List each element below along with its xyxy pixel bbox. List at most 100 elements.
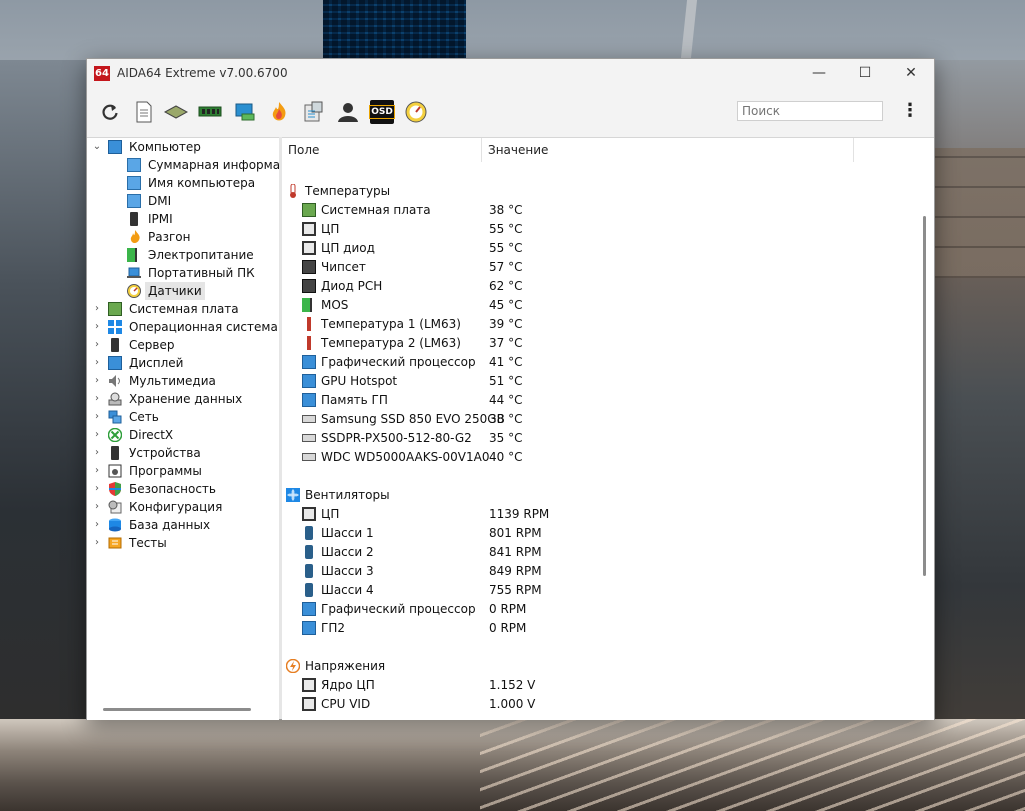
tree-item-summary[interactable]: Суммарная информаци bbox=[91, 156, 279, 174]
vertical-scrollbar[interactable] bbox=[923, 216, 926, 576]
table-row[interactable]: Шасси 1 801 RPM bbox=[302, 524, 922, 543]
table-row[interactable]: Шасси 2 841 RPM bbox=[302, 543, 922, 562]
table-row[interactable]: Ядро ЦП 1.152 V bbox=[302, 676, 922, 695]
expand-chevron-icon[interactable]: › bbox=[91, 408, 103, 426]
tree-item-computer[interactable]: ⌄ Компьютер bbox=[91, 138, 277, 156]
tree-item-devices[interactable]: › Устройства bbox=[91, 444, 277, 462]
search-input[interactable] bbox=[737, 101, 883, 121]
tree-item-database[interactable]: › База данных bbox=[91, 516, 277, 534]
table-row[interactable]: WDC WD5000AAKS-00V1A0 40 °C bbox=[302, 448, 922, 467]
table-row[interactable]: ГП2 0 RPM bbox=[302, 619, 922, 638]
tree-item-overclock[interactable]: Разгон bbox=[91, 228, 277, 246]
expand-chevron-icon[interactable]: ⌄ bbox=[91, 138, 103, 156]
expand-chevron-icon[interactable]: › bbox=[91, 426, 103, 444]
table-row[interactable]: Графический процессор 41 °C bbox=[302, 353, 922, 372]
osd-icon[interactable]: OSD bbox=[369, 100, 395, 124]
table-row[interactable]: Чипсет 57 °C bbox=[302, 258, 922, 277]
tree-item-security[interactable]: › Безопасность bbox=[91, 480, 277, 498]
more-options-icon[interactable]: ⋮ bbox=[901, 101, 919, 123]
row-value: 1.152 V bbox=[489, 678, 536, 692]
row-value: 1139 RPM bbox=[489, 507, 550, 521]
table-row[interactable]: SSDPR-PX500-512-80-G2 35 °C bbox=[302, 429, 922, 448]
expand-chevron-icon[interactable]: › bbox=[91, 516, 103, 534]
expand-chevron-icon[interactable]: › bbox=[91, 354, 103, 372]
expand-chevron-icon[interactable]: › bbox=[91, 390, 103, 408]
table-row[interactable]: Температура 2 (LM63) 37 °C bbox=[302, 334, 922, 353]
tree-item-computer-name[interactable]: Имя компьютера bbox=[91, 174, 277, 192]
close-button[interactable]: ✕ bbox=[888, 59, 934, 88]
tree-item-label: Тесты bbox=[129, 536, 167, 550]
gpu-icon bbox=[302, 393, 316, 407]
table-row[interactable]: CPU VID 1.000 V bbox=[302, 695, 922, 714]
expand-chevron-icon[interactable]: › bbox=[91, 498, 103, 516]
gpu-card-icon[interactable] bbox=[233, 100, 257, 124]
tree-item-os[interactable]: › Операционная система bbox=[91, 318, 278, 336]
refresh-icon[interactable] bbox=[98, 100, 122, 124]
expand-chevron-icon[interactable]: › bbox=[91, 480, 103, 498]
motherboard-icon[interactable] bbox=[164, 100, 188, 124]
table-row[interactable]: Графический процессор 0 RPM bbox=[302, 600, 922, 619]
tree-item-ipmi[interactable]: IPMI bbox=[91, 210, 277, 228]
table-row[interactable]: Диод PCH 62 °C bbox=[302, 277, 922, 296]
tree-item-label: Программы bbox=[129, 464, 202, 478]
minimize-button[interactable]: — bbox=[796, 59, 842, 88]
table-row[interactable]: MOS 45 °C bbox=[302, 296, 922, 315]
column-header-value[interactable]: Значение bbox=[482, 138, 854, 162]
monitor-icon bbox=[127, 194, 141, 208]
report-icon[interactable] bbox=[132, 100, 156, 124]
tree-item-server[interactable]: › Сервер bbox=[91, 336, 277, 354]
case-icon bbox=[305, 545, 313, 559]
table-row[interactable]: Samsung SSD 850 EVO 250GB 38 °C bbox=[302, 410, 922, 429]
flame-stress-icon[interactable] bbox=[267, 100, 291, 124]
gpu-icon bbox=[302, 602, 316, 616]
expand-chevron-icon[interactable]: › bbox=[91, 444, 103, 462]
tree-item-multimedia[interactable]: › Мультимедиа bbox=[91, 372, 277, 390]
tree-item-laptop[interactable]: Портативный ПК bbox=[91, 264, 277, 282]
title-bar[interactable]: 64 AIDA64 Extreme v7.00.6700 — ☐ ✕ bbox=[87, 59, 934, 88]
laptop-icon bbox=[127, 266, 141, 280]
group-label: Вентиляторы bbox=[305, 488, 390, 502]
expand-chevron-icon[interactable]: › bbox=[91, 534, 103, 552]
monitor-icon bbox=[127, 158, 141, 172]
tree-item-power[interactable]: Электропитание bbox=[91, 246, 277, 264]
tree-item-label: Безопасность bbox=[129, 482, 216, 496]
row-field: ГП2 bbox=[321, 621, 345, 635]
tree-item-storage[interactable]: › Хранение данных bbox=[91, 390, 277, 408]
gauge-icon[interactable] bbox=[404, 100, 428, 124]
table-row[interactable]: ЦП 1139 RPM bbox=[302, 505, 922, 524]
expand-chevron-icon[interactable]: › bbox=[91, 300, 103, 318]
table-row[interactable]: Системная плата 38 °C bbox=[302, 201, 922, 220]
benchmark-icon[interactable] bbox=[302, 100, 326, 124]
expand-chevron-icon[interactable]: › bbox=[91, 318, 103, 336]
tree-item-motherboard[interactable]: › Системная плата bbox=[91, 300, 277, 318]
table-row[interactable]: Шасси 4 755 RPM bbox=[302, 581, 922, 600]
maximize-button[interactable]: ☐ bbox=[842, 59, 888, 88]
tree-item-config[interactable]: › Конфигурация bbox=[91, 498, 277, 516]
expand-chevron-icon[interactable]: › bbox=[91, 462, 103, 480]
tree-item-directx[interactable]: › DirectX bbox=[91, 426, 277, 444]
table-row[interactable]: ЦП 55 °C bbox=[302, 220, 922, 239]
tree-item-dmi[interactable]: DMI bbox=[91, 192, 277, 210]
horizontal-scrollbar[interactable] bbox=[103, 708, 251, 711]
tree-item-label: Операционная система bbox=[129, 320, 278, 334]
window-title: AIDA64 Extreme v7.00.6700 bbox=[117, 66, 288, 80]
osd-label: OSD bbox=[369, 105, 395, 119]
table-row[interactable]: Память ГП 44 °C bbox=[302, 391, 922, 410]
memory-icon[interactable] bbox=[198, 100, 222, 124]
row-field: Графический процессор bbox=[321, 602, 476, 616]
expand-chevron-icon[interactable]: › bbox=[91, 336, 103, 354]
tree-item-display[interactable]: › Дисплей bbox=[91, 354, 277, 372]
table-row[interactable]: GPU Hotspot 51 °C bbox=[302, 372, 922, 391]
row-value: 62 °C bbox=[489, 279, 523, 293]
table-row[interactable]: Температура 1 (LM63) 39 °C bbox=[302, 315, 922, 334]
tree-item-programs[interactable]: › Программы bbox=[91, 462, 277, 480]
tree-item-tests[interactable]: › Тесты bbox=[91, 534, 277, 552]
user-icon[interactable] bbox=[336, 100, 360, 124]
table-row[interactable]: Шасси 3 849 RPM bbox=[302, 562, 922, 581]
tree-item-sensors[interactable]: Датчики bbox=[91, 282, 277, 300]
expand-chevron-icon[interactable]: › bbox=[91, 372, 103, 390]
column-header-field[interactable]: Поле bbox=[282, 138, 482, 162]
row-field: Системная плата bbox=[321, 203, 431, 217]
tree-item-network[interactable]: › Сеть bbox=[91, 408, 277, 426]
table-row[interactable]: ЦП диод 55 °C bbox=[302, 239, 922, 258]
